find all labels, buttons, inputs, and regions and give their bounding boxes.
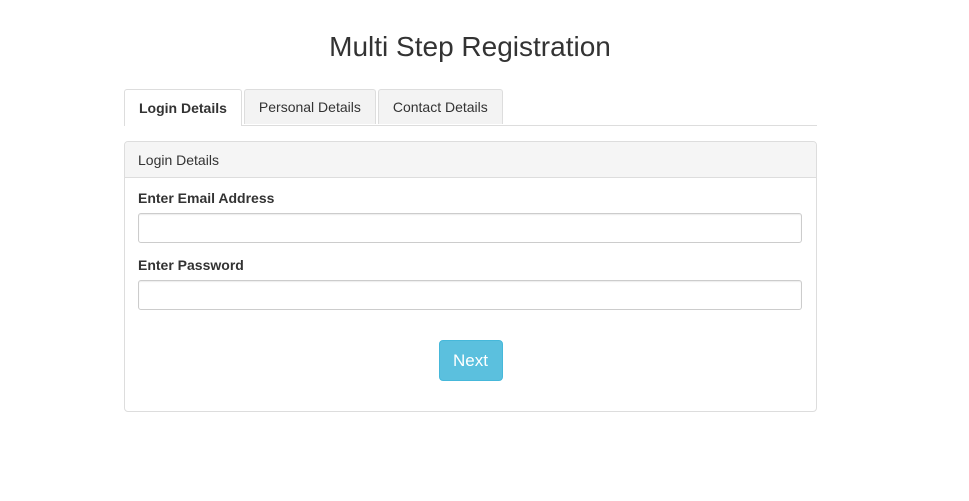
button-row: Next: [138, 340, 803, 381]
tab-label: Login Details: [139, 100, 227, 116]
email-field[interactable]: [138, 213, 802, 243]
page: Multi Step Registration Login Details Pe…: [0, 0, 969, 501]
login-details-panel: Login Details Enter Email Address Enter …: [124, 141, 817, 412]
panel-body: Enter Email Address Enter Password Next: [125, 178, 816, 381]
tab-personal-details[interactable]: Personal Details: [243, 89, 376, 124]
tab-contact-details[interactable]: Contact Details: [377, 89, 503, 124]
tab-label: Personal Details: [258, 99, 361, 115]
panel-heading: Login Details: [125, 142, 816, 178]
next-button[interactable]: Next: [438, 340, 503, 381]
email-form-group: Enter Email Address: [138, 190, 803, 243]
tab-login-details[interactable]: Login Details: [124, 89, 242, 126]
email-label: Enter Email Address: [138, 190, 275, 206]
password-form-group: Enter Password: [138, 257, 803, 310]
password-field[interactable]: [138, 280, 802, 310]
password-label: Enter Password: [138, 257, 244, 273]
tab-label: Contact Details: [392, 99, 488, 115]
tab-bar: Login Details Personal Details Contact D…: [124, 89, 817, 126]
page-title: Multi Step Registration: [329, 31, 611, 62]
